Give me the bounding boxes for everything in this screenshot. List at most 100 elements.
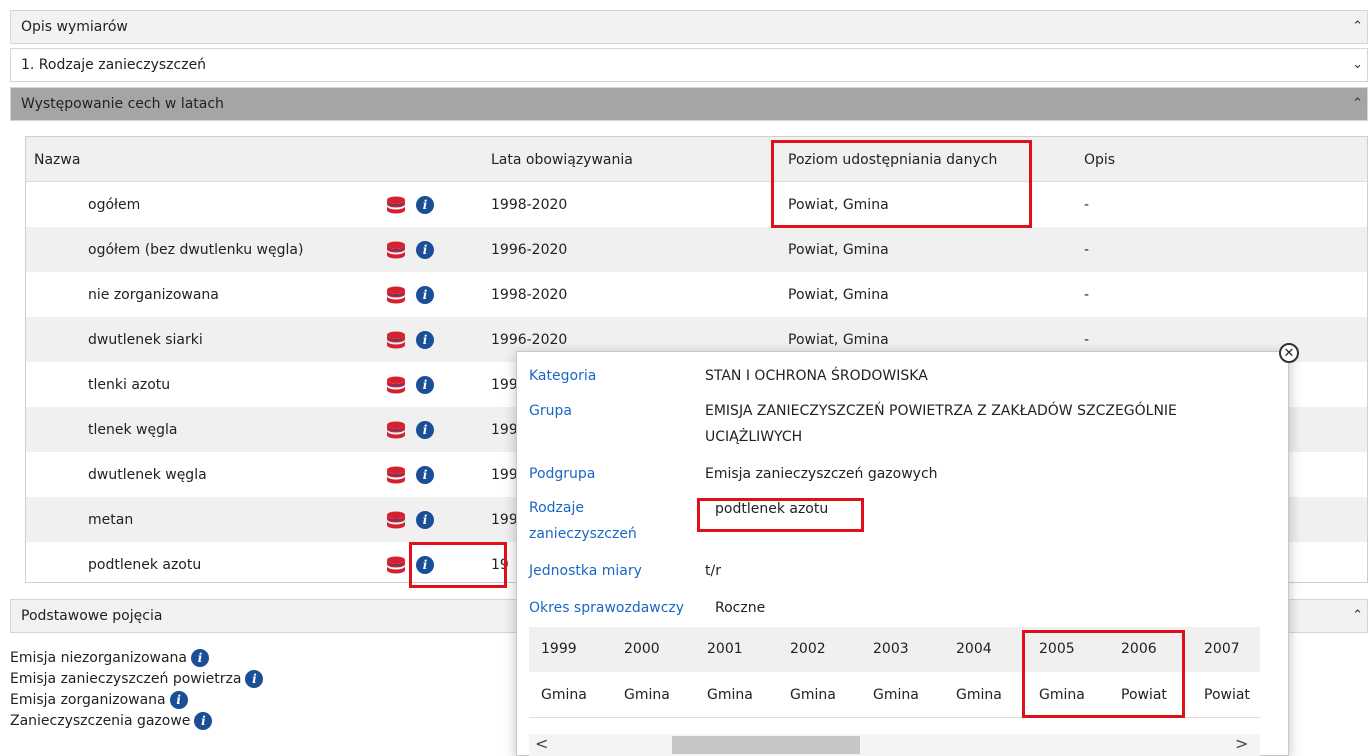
- concept-label: Emisja niezorganizowana: [10, 650, 188, 666]
- concept-link[interactable]: Emisja niezorganizowana i: [10, 649, 210, 667]
- chevron-up-icon[interactable]: ⌃: [1352, 19, 1363, 34]
- year-header: 2002: [790, 641, 826, 657]
- category-value: STAN I OCHRONA ŚRODOWISKA: [705, 368, 928, 384]
- row-years: 199: [491, 421, 518, 438]
- row-years: 1996-2020: [491, 241, 568, 258]
- info-icon[interactable]: i: [416, 240, 434, 259]
- group-value-line1: EMISJA ZANIECZYSZCZEŃ POWIETRZA Z ZAKŁAD…: [705, 403, 1177, 419]
- database-icon[interactable]: [386, 452, 406, 497]
- year-header: 1999: [541, 641, 577, 657]
- scroll-right-arrow[interactable]: >: [1235, 734, 1248, 753]
- year-header: 2000: [624, 641, 660, 657]
- unit-label: Jednostka miary: [529, 563, 642, 579]
- section-years-title: Występowanie cech w latach: [21, 96, 224, 112]
- concept-link[interactable]: Emisja zorganizowana i: [10, 691, 188, 709]
- row-desc: -: [1084, 286, 1090, 303]
- section-years[interactable]: Występowanie cech w latach ⌃: [10, 87, 1368, 121]
- table-row: ogółem i 1998-2020 Powiat, Gmina -: [26, 182, 1367, 227]
- database-icon[interactable]: [386, 497, 406, 542]
- highlight-level-column: [771, 140, 1032, 228]
- row-desc: -: [1084, 196, 1090, 213]
- row-name: ogółem (bez dwutlenku węgla): [88, 241, 304, 258]
- info-icon[interactable]: i: [191, 649, 210, 667]
- chevron-up-icon[interactable]: ⌃: [1352, 608, 1363, 623]
- section-dimensions[interactable]: Opis wymiarów ⌃: [10, 10, 1368, 44]
- table-row: ogółem (bez dwutlenku węgla) i 1996-2020 Po…: [26, 227, 1367, 272]
- info-icon[interactable]: i: [169, 691, 188, 709]
- info-icon[interactable]: i: [416, 375, 434, 394]
- info-icon[interactable]: i: [194, 712, 213, 730]
- scroll-left-arrow[interactable]: <: [535, 734, 548, 753]
- year-level: Gmina: [873, 687, 919, 703]
- year-header: 2007: [1204, 641, 1240, 657]
- concept-link[interactable]: Emisja zanieczyszczeń powietrza i: [10, 670, 264, 688]
- info-icon[interactable]: i: [416, 420, 434, 439]
- row-desc: -: [1084, 241, 1090, 258]
- row-name: nie zorganizowana: [88, 286, 219, 303]
- row-name: podtlenek azotu: [88, 556, 202, 573]
- year-level: Gmina: [956, 687, 1002, 703]
- row-name: tlenek węgla: [88, 421, 178, 438]
- database-icon[interactable]: [386, 182, 406, 227]
- types-label-line2: zanieczyszczeń: [529, 526, 637, 542]
- info-icon[interactable]: i: [416, 285, 434, 304]
- chevron-down-icon[interactable]: ⌄: [1352, 57, 1363, 72]
- row-name: metan: [88, 511, 134, 528]
- period-label: Okres sprawozdawczy: [529, 600, 685, 616]
- types-label-line1: Rodzaje: [529, 500, 584, 516]
- database-icon[interactable]: [386, 227, 406, 272]
- year-level: Gmina: [541, 687, 587, 703]
- info-icon[interactable]: i: [416, 510, 434, 529]
- database-icon[interactable]: [386, 317, 406, 362]
- info-icon[interactable]: i: [416, 330, 434, 349]
- info-icon[interactable]: i: [416, 465, 434, 484]
- concept-label: Zanieczyszczenia gazowe: [10, 713, 191, 729]
- period-value: Roczne: [715, 600, 766, 616]
- row-level: Powiat, Gmina: [788, 241, 889, 258]
- section-dimensions-title: Opis wymiarów: [21, 19, 128, 35]
- row-name: dwutlenek węgla: [88, 466, 207, 483]
- table-row: nie zorganizowana i 1998-2020 Powiat, Gmina…: [26, 272, 1367, 317]
- year-level: Gmina: [707, 687, 753, 703]
- row-years: 199: [491, 376, 518, 393]
- group-value-line2: UCIĄŻLIWYCH: [705, 429, 803, 445]
- database-icon[interactable]: [386, 362, 406, 407]
- database-icon[interactable]: [386, 542, 406, 587]
- year-header: 2001: [707, 641, 743, 657]
- section-concepts-title: Podstawowe pojęcia: [21, 608, 163, 624]
- close-icon[interactable]: ✕: [1279, 343, 1299, 363]
- year-level: Gmina: [790, 687, 836, 703]
- year-level: Powiat: [1204, 687, 1250, 703]
- chevron-up-icon[interactable]: ⌃: [1352, 96, 1363, 111]
- header-desc: Opis: [1084, 151, 1116, 168]
- header-name: Nazwa: [34, 151, 81, 168]
- dimension-item[interactable]: 1. Rodzaje zanieczyszczeń ⌄: [10, 48, 1368, 82]
- concept-label: Emisja zanieczyszczeń powietrza: [10, 671, 242, 687]
- concept-link[interactable]: Zanieczyszczenia gazowe i: [10, 712, 213, 730]
- row-name: ogółem: [88, 196, 141, 213]
- concept-label: Emisja zorganizowana: [10, 692, 166, 708]
- year-level: Gmina: [624, 687, 670, 703]
- unit-value: t/r: [705, 563, 721, 579]
- subgroup-value: Emisja zanieczyszczeń gazowych: [705, 466, 938, 482]
- row-years: 199: [491, 466, 518, 483]
- table-header: Nazwa Lata obowiązywania Poziom udostępn…: [26, 137, 1367, 182]
- dimension-item-label: 1. Rodzaje zanieczyszczeń: [21, 57, 207, 73]
- category-label: Kategoria: [529, 368, 597, 384]
- group-label: Grupa: [529, 403, 572, 419]
- row-years: 199: [491, 511, 518, 528]
- horizontal-scrollbar[interactable]: < >: [529, 734, 1260, 756]
- highlight-types-value: [697, 498, 864, 532]
- info-icon[interactable]: i: [245, 670, 264, 688]
- subgroup-label: Podgrupa: [529, 466, 596, 482]
- row-level: Powiat, Gmina: [788, 286, 889, 303]
- row-name: tlenki azotu: [88, 376, 171, 393]
- database-icon[interactable]: [386, 407, 406, 452]
- row-years: 1998-2020: [491, 196, 568, 213]
- row-name: dwutlenek siarki: [88, 331, 203, 348]
- header-years: Lata obowiązywania: [491, 151, 633, 168]
- highlight-info-button: [409, 542, 507, 588]
- scrollbar-thumb[interactable]: [672, 736, 860, 754]
- info-icon[interactable]: i: [416, 195, 434, 214]
- database-icon[interactable]: [386, 272, 406, 317]
